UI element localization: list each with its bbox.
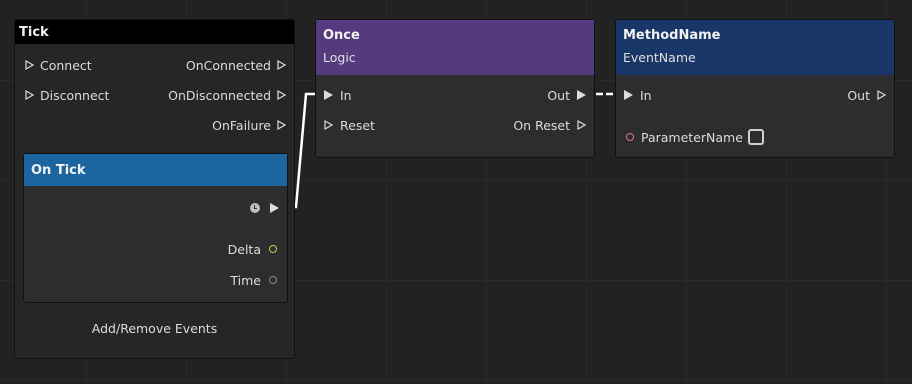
port-delta-label: Delta [227, 241, 261, 257]
once-node-subtitle: Logic [323, 50, 356, 65]
once-node[interactable]: Once Logic In Reset Out On Reset [315, 19, 595, 158]
port-method-out[interactable]: Out [847, 85, 886, 105]
exec-input-icon[interactable] [324, 120, 333, 130]
port-time-label: Time [230, 272, 261, 288]
port-method-in-label: In [640, 87, 652, 103]
float-port-icon[interactable] [269, 276, 277, 284]
port-parameter-label: ParameterName [641, 129, 743, 145]
tick-node[interactable]: Tick Connect Disconnect OnConnected OnDi… [14, 19, 295, 359]
exec-output-icon[interactable] [277, 90, 286, 100]
port-onconnected[interactable]: OnConnected [186, 55, 286, 75]
port-method-out-label: Out [847, 87, 870, 103]
method-node[interactable]: MethodName EventName In Out ParameterNam… [615, 19, 895, 158]
port-once-in-label: In [340, 87, 352, 103]
exec-input-filled-icon[interactable] [624, 90, 633, 100]
method-node-header[interactable]: MethodName EventName [616, 20, 894, 75]
exec-input-icon[interactable] [25, 60, 34, 70]
port-once-in[interactable]: In [324, 85, 352, 105]
port-connect[interactable]: Connect [25, 55, 92, 75]
port-onfailure[interactable]: OnFailure [212, 115, 286, 135]
exec-input-filled-icon[interactable] [324, 90, 333, 100]
exec-output-filled-icon[interactable] [270, 203, 279, 213]
once-node-header[interactable]: Once Logic [316, 20, 594, 75]
tick-node-header[interactable]: Tick [15, 20, 294, 44]
exec-output-icon[interactable] [277, 120, 286, 130]
tick-node-title: Tick [19, 24, 49, 40]
port-ondisconnected[interactable]: OnDisconnected [168, 85, 286, 105]
port-once-reset-label: Reset [340, 117, 375, 133]
port-onfailure-label: OnFailure [212, 117, 271, 133]
exec-output-icon[interactable] [577, 120, 586, 130]
on-tick-node[interactable]: On Tick Delta Time [23, 153, 288, 303]
float-port-icon[interactable] [269, 245, 277, 253]
port-once-reset[interactable]: Reset [324, 115, 375, 135]
on-tick-node-title: On Tick [31, 162, 86, 178]
port-delta[interactable]: Delta [228, 239, 277, 259]
add-remove-events-button[interactable]: Add/Remove Events [15, 318, 294, 338]
port-time[interactable]: Time [230, 270, 277, 290]
add-remove-events-label: Add/Remove Events [91, 320, 218, 336]
port-once-onreset-label: On Reset [513, 117, 570, 133]
port-onconnected-label: OnConnected [185, 57, 271, 73]
parameter-port-icon[interactable] [626, 133, 634, 141]
parameter-checkbox[interactable] [747, 129, 764, 145]
port-method-in[interactable]: In [624, 85, 652, 105]
port-once-onreset[interactable]: On Reset [513, 115, 586, 135]
clock-icon [250, 203, 260, 213]
once-node-title: Once [323, 28, 360, 43]
port-tick-exec[interactable] [250, 198, 279, 218]
on-tick-node-header[interactable]: On Tick [24, 154, 287, 186]
method-node-title: MethodName [623, 28, 721, 43]
port-once-out[interactable]: Out [547, 85, 586, 105]
exec-output-icon[interactable] [877, 90, 886, 100]
exec-output-filled-icon[interactable] [577, 90, 586, 100]
exec-output-icon[interactable] [277, 60, 286, 70]
method-node-subtitle: EventName [623, 50, 696, 65]
port-disconnect-label: Disconnect [40, 87, 110, 103]
port-disconnect[interactable]: Disconnect [25, 85, 109, 105]
port-once-out-label: Out [547, 87, 570, 103]
port-connect-label: Connect [40, 57, 92, 73]
port-parameter[interactable]: ParameterName [626, 127, 764, 147]
port-ondisconnected-label: OnDisconnected [168, 87, 271, 103]
exec-input-icon[interactable] [25, 90, 34, 100]
